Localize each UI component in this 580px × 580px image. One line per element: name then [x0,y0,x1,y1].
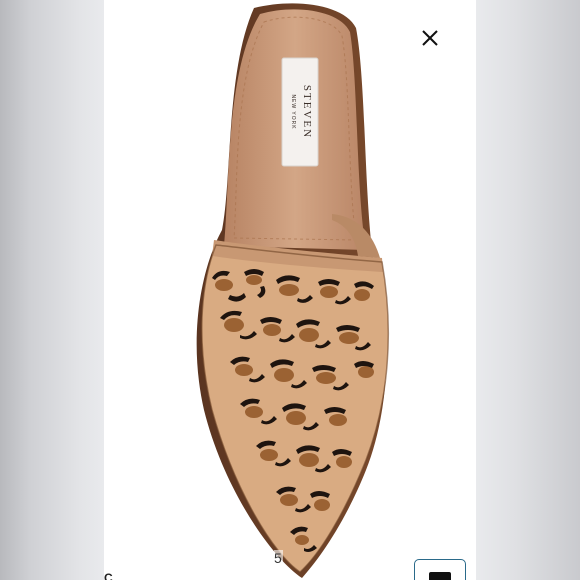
screen: STEVEN NEW YORK 5 C [0,0,580,580]
insole-brand: STEVEN [301,85,313,139]
message-button[interactable] [414,559,466,580]
product-photo: STEVEN NEW YORK [196,3,390,578]
listing-caption: C [104,571,113,580]
image-viewer: STEVEN NEW YORK 5 C [104,0,476,580]
right-backdrop [476,0,580,580]
insole-subbrand: NEW YORK [290,94,296,129]
close-icon [422,30,438,46]
message-icon [429,572,451,580]
image-counter: 5 [274,550,283,566]
insole-label: STEVEN NEW YORK [281,57,319,167]
close-button[interactable] [418,26,442,50]
